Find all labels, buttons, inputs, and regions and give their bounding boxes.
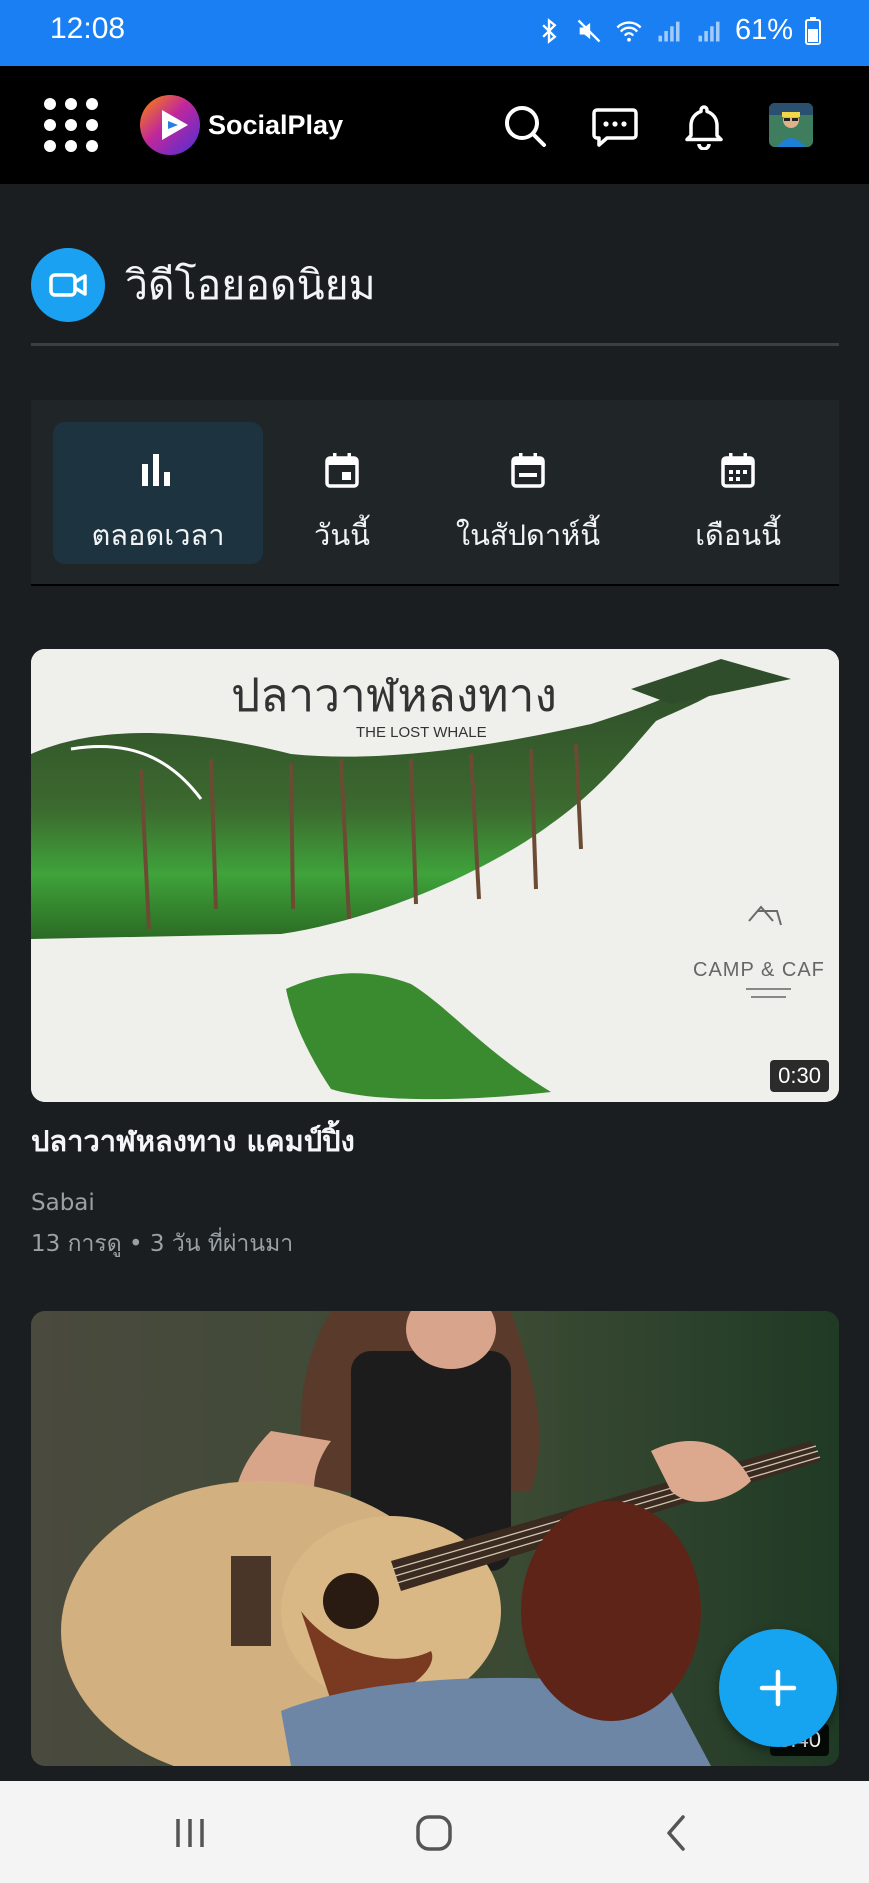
play-logo-icon	[140, 95, 200, 155]
tab-label: ตลอดเวลา	[91, 518, 225, 552]
app-header: SocialPlay	[0, 66, 869, 184]
video-meta: 13 การดู • 3 วัน ที่ผ่านมา	[31, 1231, 294, 1257]
mute-icon	[577, 19, 601, 42]
calendar-week-icon	[511, 453, 545, 488]
add-video-button[interactable]	[719, 1629, 837, 1747]
video-thumbnail[interactable]: 3:40	[31, 1311, 839, 1766]
title-divider	[31, 343, 839, 346]
brand-logo[interactable]: SocialPlay	[138, 93, 343, 157]
thumbnail-image	[31, 1311, 839, 1766]
system-navigation-bar	[0, 1781, 869, 1883]
calendar-today-icon	[325, 453, 359, 488]
thumbnail-brand-text: CAMP & CAF	[693, 959, 825, 981]
bluetooth-icon	[542, 17, 557, 44]
thumbnail-image: ปลาวาฬหลงทาง THE LOST WHALE CAMP & CAF	[31, 649, 839, 1102]
signal-icon	[658, 21, 680, 41]
status-icons: 61%	[535, 14, 821, 47]
signal-icon	[698, 21, 720, 41]
home-icon[interactable]	[410, 1809, 458, 1857]
video-thumbnail[interactable]: ปลาวาฬหลงทาง THE LOST WHALE CAMP & CAF 0…	[31, 649, 839, 1102]
avatar[interactable]	[769, 103, 813, 147]
tab-label: วันนี้	[314, 518, 370, 552]
plus-icon	[759, 1669, 797, 1707]
thumbnail-english-text: THE LOST WHALE	[356, 724, 487, 741]
video-channel[interactable]: Sabai	[31, 1190, 95, 1216]
time-filter-tabs: ตลอดเวลา วันนี้ ในสัปดาห์นี้ เดือนนี้ ปี	[31, 400, 839, 586]
tab-this-month[interactable]: เดือนนี้	[648, 422, 828, 564]
tab-today[interactable]: วันนี้	[277, 422, 407, 564]
apps-grid-icon[interactable]	[44, 98, 98, 152]
calendar-month-icon	[721, 453, 755, 488]
tab-this-week[interactable]: ในสัปดาห์นี้	[428, 422, 628, 564]
video-title[interactable]: ปลาวาฬหลงทาง แคมป์ปิ้ง	[31, 1118, 355, 1164]
avatar-image	[769, 103, 813, 147]
search-icon[interactable]	[501, 102, 549, 150]
video-camera-icon	[31, 248, 105, 322]
battery-icon	[805, 16, 821, 45]
thumbnail-thai-text: ปลาวาฬหลงทาง	[231, 668, 557, 722]
recent-apps-icon[interactable]	[166, 1809, 214, 1857]
battery-percent: 61%	[734, 14, 793, 46]
tab-label: ในสัปดาห์นี้	[455, 518, 601, 552]
tab-label: เดือนนี้	[695, 518, 781, 552]
tab-this-year[interactable]: ปี	[828, 422, 839, 564]
status-time: 12:08	[50, 12, 126, 45]
bar-chart-icon	[142, 454, 170, 486]
page-heading: วิดีโอยอดนิยม	[31, 248, 376, 322]
status-bar: 12:08 61%	[0, 0, 869, 66]
page-title: วิดีโอยอดนิยม	[125, 260, 376, 309]
tab-all-time[interactable]: ตลอดเวลา	[53, 422, 263, 564]
bell-icon[interactable]	[680, 102, 728, 150]
back-icon[interactable]	[653, 1809, 701, 1857]
tabs-divider	[31, 584, 839, 586]
brand-name: SocialPlay	[208, 109, 344, 140]
chat-icon[interactable]	[591, 102, 639, 150]
wifi-icon	[616, 20, 642, 42]
video-duration: 0:30	[770, 1060, 829, 1092]
